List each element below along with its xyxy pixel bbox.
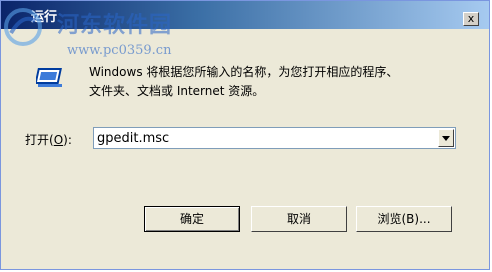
ok-button[interactable]: 确定 bbox=[144, 206, 240, 232]
browse-button[interactable]: 浏览(B)... bbox=[356, 206, 452, 232]
cancel-button[interactable]: 取消 bbox=[251, 206, 347, 232]
combobox-dropdown-button[interactable] bbox=[438, 129, 454, 147]
run-description: Windows 将根据您所输入的名称，为您打开相应的程序、 文件夹、文档或 In… bbox=[89, 63, 469, 101]
run-program-icon bbox=[36, 68, 62, 87]
open-label-suffix: ): bbox=[63, 133, 72, 147]
open-label-accesskey: O bbox=[53, 133, 64, 147]
description-line-1: Windows 将根据您所输入的名称，为您打开相应的程序、 bbox=[89, 65, 399, 79]
close-icon: x bbox=[467, 12, 475, 25]
run-dialog: 运行 x 河东软件园 www.pc0359.cn Windows 将根据您所输入… bbox=[0, 0, 490, 270]
open-input[interactable] bbox=[94, 128, 437, 148]
description-line-2: 文件夹、文档或 Internet 资源。 bbox=[89, 84, 265, 98]
chevron-down-icon bbox=[442, 136, 450, 141]
watermark-site-name: 河东软件园 bbox=[57, 12, 173, 38]
open-label: 打开(O): bbox=[25, 131, 72, 148]
close-button[interactable]: x bbox=[463, 12, 479, 26]
open-label-prefix: 打开( bbox=[25, 133, 54, 147]
open-combobox[interactable] bbox=[93, 127, 456, 149]
watermark-logo-icon bbox=[4, 8, 42, 46]
watermark-url: www.pc0359.cn bbox=[67, 43, 172, 58]
